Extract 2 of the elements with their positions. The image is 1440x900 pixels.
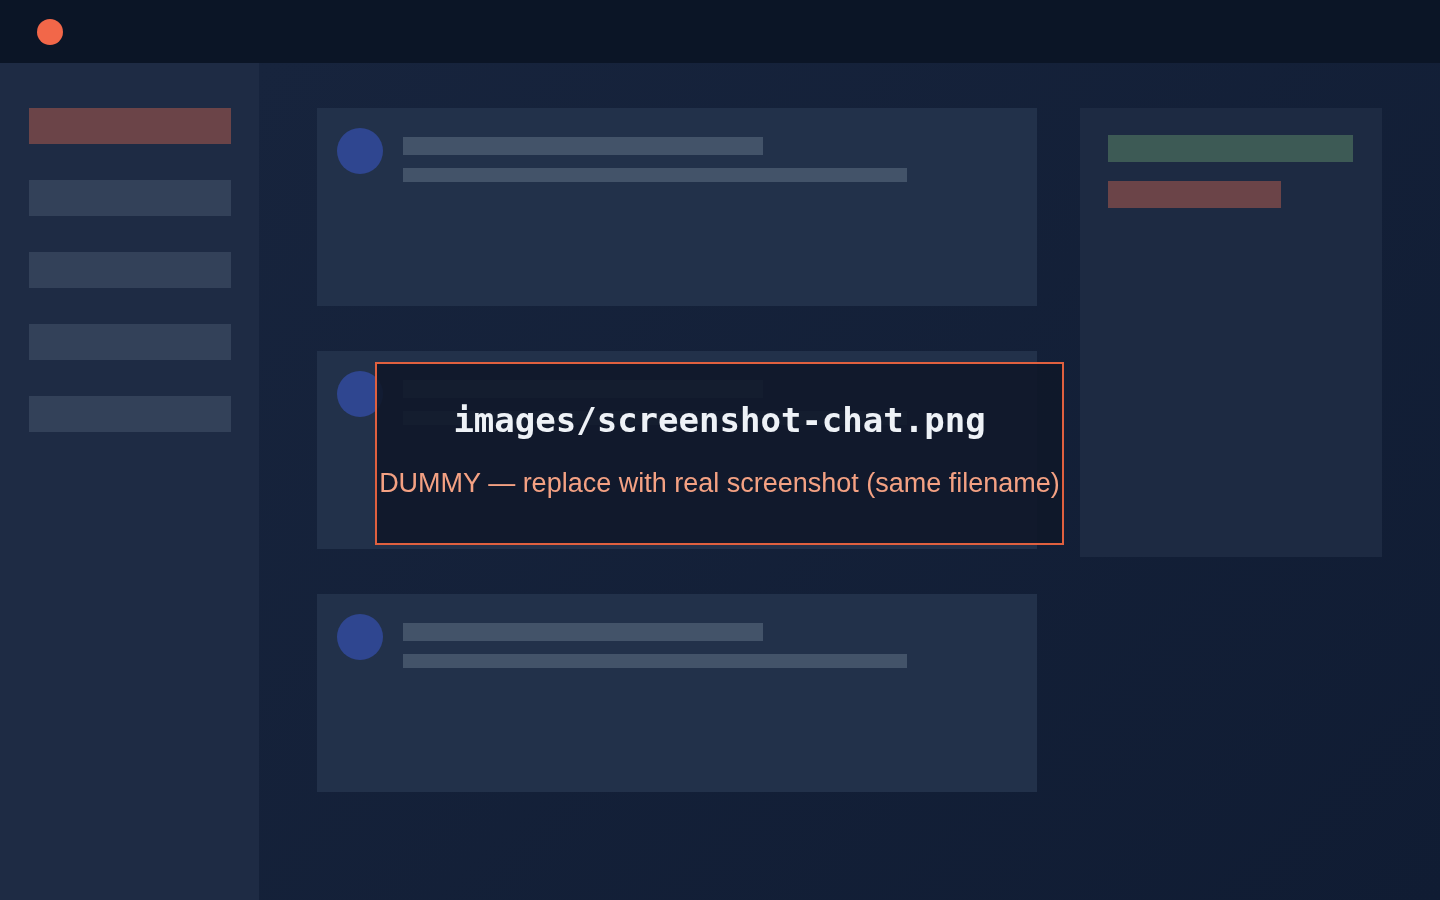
placeholder-note: DUMMY — replace with real screenshot (same filename) [379,468,1060,499]
file-name: images/screenshot-chat.png [453,400,986,440]
